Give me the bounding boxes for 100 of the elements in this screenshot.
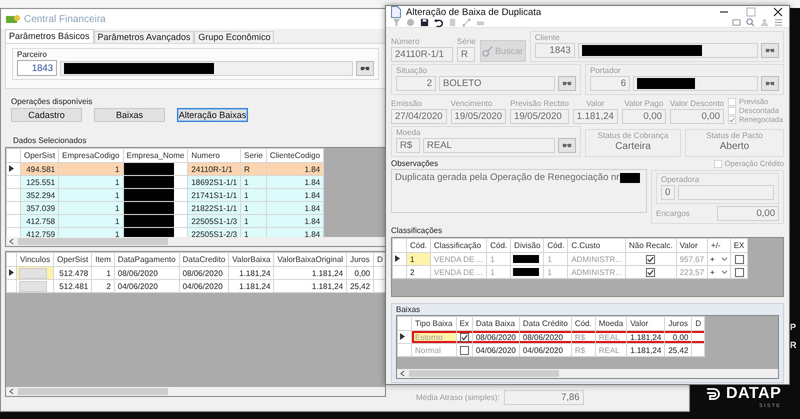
notes-field[interactable]: Duplicata gerada pela Operação de Renegociação nr	[391, 169, 647, 213]
column-header[interactable]: EX	[730, 238, 748, 252]
currency-name-field[interactable]: REAL	[423, 138, 555, 153]
save-icon[interactable]	[420, 18, 429, 27]
column-header[interactable]: OperSist	[20, 148, 59, 162]
cell-button[interactable]	[19, 280, 47, 292]
checkbox[interactable]	[734, 254, 744, 264]
column-header[interactable]: OperSist	[54, 252, 92, 266]
cell-button[interactable]	[19, 268, 47, 278]
checkbox[interactable]	[646, 268, 656, 276]
table-row[interactable]: 494.581 1 24110R-1/1 R 1.84	[6, 162, 324, 176]
charges-field[interactable]: 0,00	[717, 206, 779, 221]
partner-name-field[interactable]	[60, 60, 353, 76]
table-row[interactable]: 352.294 1 21741S1-1/1 1 1.84	[6, 188, 324, 202]
operation-button[interactable]: Alteração Baixas	[177, 108, 248, 122]
column-header[interactable]: Numero	[188, 148, 241, 162]
tab[interactable]: Grupo Econômico	[194, 31, 274, 43]
number-field[interactable]: 24110R-1/1	[391, 47, 453, 62]
carrier-name-field[interactable]	[633, 76, 758, 91]
column-header[interactable]: D	[692, 316, 705, 330]
scroll-left-icon[interactable]	[400, 370, 405, 377]
row-header[interactable]	[6, 162, 20, 176]
table-row[interactable]: 512.478 1 08/06/2020 08/06/2020 1.181,24 1.181,24 0,00	[6, 266, 385, 280]
value-field[interactable]: 0,00	[622, 109, 666, 124]
situation-name-field[interactable]: BOLETO	[439, 76, 555, 91]
operator-name-field[interactable]	[678, 185, 774, 200]
column-header[interactable]: Cód.	[406, 238, 430, 252]
checkbox[interactable]	[460, 346, 469, 354]
brand-name: DATAP	[726, 385, 782, 403]
value-field[interactable]: 0,00	[670, 109, 724, 124]
checkbox[interactable]	[728, 116, 736, 124]
column-header[interactable]: Não Recalc.	[625, 238, 676, 252]
search-icon[interactable]	[746, 18, 755, 27]
column-header[interactable]: Serie	[240, 148, 266, 162]
card-icon[interactable]	[732, 18, 741, 27]
column-header[interactable]: +/-	[708, 238, 730, 252]
scroll-left-icon[interactable]	[9, 238, 14, 245]
client-code-field[interactable]: 1843	[534, 43, 575, 58]
column-header[interactable]: EmpresaCodigo	[58, 148, 123, 162]
currency-code-field[interactable]: R$	[396, 138, 420, 153]
scroll-left-icon[interactable]	[9, 388, 14, 395]
column-header[interactable]: Vinculos	[16, 252, 54, 266]
series-field[interactable]: R	[457, 47, 475, 62]
column-header[interactable]: Empresa_Nome	[123, 148, 188, 162]
column-header[interactable]: DataCredito	[179, 252, 229, 266]
table-row[interactable]: 412.758 1 22505S1-1/3 1 1.84	[6, 214, 324, 228]
column-header[interactable]: Item	[92, 252, 114, 266]
column-header[interactable]: ValorBaixa	[228, 252, 274, 266]
carrier-code-field[interactable]: 6	[590, 76, 630, 91]
table-row[interactable]: Estorno 08/06/2020 08/06/2020 R$ REAL 1.181,24 0,00	[398, 330, 705, 344]
value-field[interactable]: 19/05/2020	[510, 109, 569, 124]
checkbox[interactable]	[460, 332, 469, 342]
partner-code-field[interactable]: 1843	[17, 60, 57, 76]
lookup-button[interactable]	[761, 43, 779, 58]
horizontal-scrollbar[interactable]	[6, 387, 385, 396]
column-header[interactable]: Divisão	[510, 238, 544, 252]
column-header[interactable]: ValorBaixaOriginal	[274, 252, 347, 266]
tab[interactable]: Parâmetros Avançados	[94, 31, 194, 43]
table-row[interactable]: 512.481 2 04/06/2020 04/06/2020 1.181,24 1.181,24 25,42	[6, 280, 385, 292]
column-header[interactable]: Juros	[664, 316, 692, 330]
checkbox[interactable]	[734, 268, 744, 276]
lookup-button[interactable]	[558, 76, 576, 91]
column-header[interactable]: Ex	[456, 316, 472, 330]
client-name-field[interactable]	[578, 43, 758, 58]
table-row[interactable]: Normal 04/06/2020 04/06/2020 R$ REAL 1.181,24 25,42	[398, 344, 705, 356]
operator-code-field[interactable]: 0	[661, 185, 675, 200]
row-header[interactable]	[6, 266, 16, 280]
row-header[interactable]	[398, 330, 412, 344]
lookup-button[interactable]	[761, 76, 779, 91]
column-header[interactable]: ClienteCodigo	[266, 148, 324, 162]
checkbox[interactable]	[646, 254, 656, 264]
dropdown-caret-icon[interactable]	[720, 270, 728, 274]
value-field[interactable]: 19/05/2020	[450, 109, 506, 124]
table-row[interactable]: 2 VENDA DE ... 1 1 ADMINISTR... 223,57 +	[392, 266, 748, 278]
undo-icon[interactable]	[434, 18, 443, 27]
column-header[interactable]: D	[374, 252, 385, 266]
horizontal-scrollbar[interactable]	[397, 369, 778, 378]
column-header[interactable]: Data Crédito	[519, 316, 572, 330]
lookup-button[interactable]	[558, 138, 576, 153]
table-cell[interactable]: +	[710, 254, 715, 264]
situation-code-field[interactable]: 2	[396, 76, 436, 91]
column-header[interactable]: Juros	[346, 252, 374, 266]
row-header[interactable]	[392, 252, 406, 266]
table-row[interactable]: 1 VENDA DE ... 1 1 ADMINISTR... 957,67 +	[392, 252, 748, 266]
value-field[interactable]: 1.181,24	[572, 109, 618, 124]
value-field[interactable]: 27/04/2020	[391, 109, 447, 124]
table-row[interactable]: 357.039 1 21822S1-1/1 1 1.84	[6, 202, 324, 214]
table-cell[interactable]: +	[710, 268, 715, 276]
tab[interactable]: Parâmetros Básicos	[5, 29, 94, 43]
lookup-button[interactable]	[356, 60, 374, 76]
table-row[interactable]: 125.551 1 18692S1-1/1 1 1.84	[6, 176, 324, 188]
column-header[interactable]: Data Baixa	[472, 316, 520, 330]
operation-button[interactable]: Cadastro	[11, 108, 82, 122]
operation-button[interactable]: Baixas	[94, 108, 165, 122]
column-header[interactable]: DataPagamento	[114, 252, 180, 266]
column-header[interactable]: Valor	[626, 316, 665, 330]
close-icon[interactable]	[773, 7, 783, 17]
logo-icon	[705, 386, 721, 402]
horizontal-scrollbar[interactable]	[6, 237, 385, 246]
dropdown-caret-icon[interactable]	[720, 256, 728, 262]
